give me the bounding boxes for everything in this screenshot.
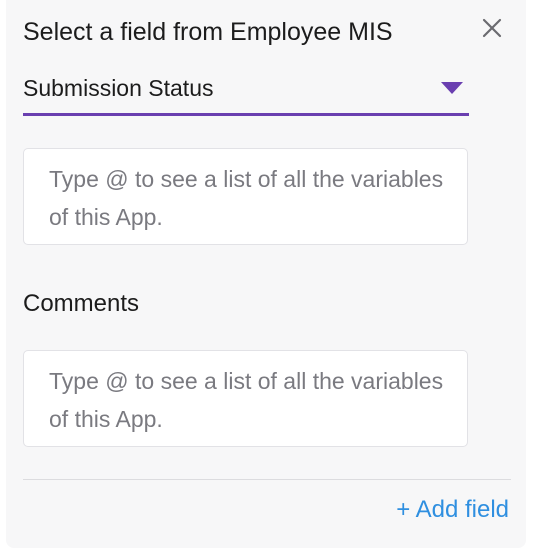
caret-down-icon	[441, 82, 463, 94]
value-input-placeholder: Type @ to see a list of all the variable…	[49, 166, 444, 230]
value-input[interactable]: Type @ to see a list of all the variable…	[23, 148, 468, 245]
field-select-dropdown[interactable]: Submission Status	[23, 66, 469, 116]
close-icon	[482, 18, 502, 38]
close-button[interactable]	[478, 14, 506, 42]
comments-input-placeholder: Type @ to see a list of all the variable…	[49, 368, 444, 432]
panel-title: Select a field from Employee MIS	[23, 18, 393, 46]
field-select-value: Submission Status	[23, 75, 214, 101]
field-selector-panel: Select a field from Employee MIS Submiss…	[6, 0, 526, 548]
footer-divider	[23, 479, 511, 480]
add-field-link[interactable]: + Add field	[396, 494, 509, 526]
comments-label: Comments	[23, 290, 140, 317]
comments-input[interactable]: Type @ to see a list of all the variable…	[23, 350, 468, 447]
